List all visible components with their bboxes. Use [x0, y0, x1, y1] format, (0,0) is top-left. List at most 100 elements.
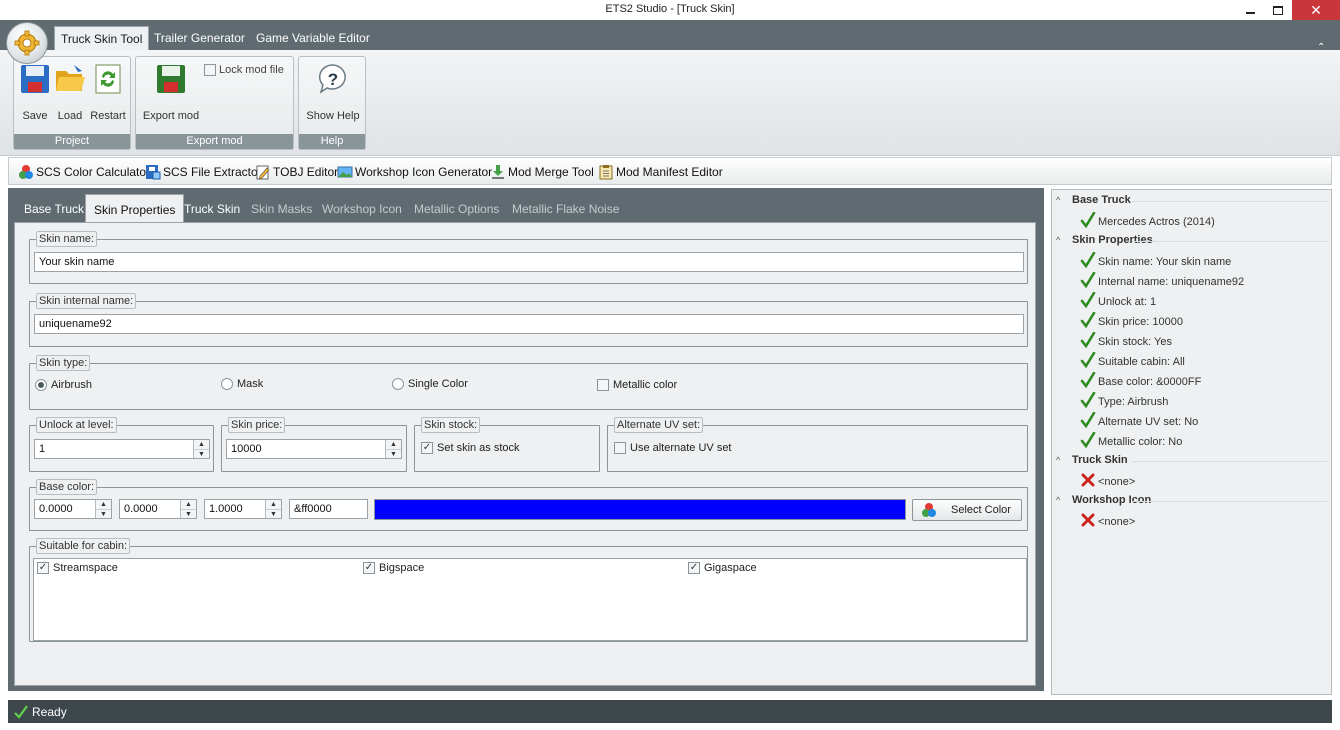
tab-workshop-icon[interactable]: Workshop Icon: [314, 194, 410, 222]
tree-section-header[interactable]: ^ Base Truck: [1056, 194, 1131, 206]
checkbox-box[interactable]: [614, 442, 626, 454]
svg-text:?: ?: [328, 70, 338, 89]
tree-item-label: Skin price: 10000: [1098, 315, 1183, 328]
checkmark-icon: [14, 704, 28, 719]
tree-section-header[interactable]: ^ Skin Properties: [1056, 234, 1153, 246]
lock-mod-box[interactable]: [204, 64, 216, 76]
spinner-buttons[interactable]: ▲ ▼: [180, 500, 196, 518]
cabin-gigaspace-checkbox[interactable]: ✓ Gigaspace: [688, 562, 757, 574]
skin-type-airbrush-radio[interactable]: Airbrush: [35, 379, 92, 391]
use-alternate-uv-checkbox[interactable]: Use alternate UV set: [614, 442, 732, 454]
collapse-chevron-icon[interactable]: ^: [1056, 455, 1066, 465]
tree-item-label: Suitable cabin: All: [1098, 355, 1185, 368]
tab-skin-properties[interactable]: Skin Properties: [85, 194, 185, 222]
spinner-buttons[interactable]: ▲ ▼: [265, 500, 281, 518]
radio-dot[interactable]: [392, 378, 404, 390]
checkbox-box[interactable]: ✓: [421, 442, 433, 454]
tool-mod-merge-tool[interactable]: Mod Merge Tool: [490, 164, 594, 180]
application-menu-button[interactable]: [6, 22, 48, 64]
metallic-color-checkbox[interactable]: Metallic color: [597, 379, 677, 391]
ribbon-tab-game-variable-editor[interactable]: Game Variable Editor: [250, 26, 376, 50]
tool-workshop-icon-generator[interactable]: Workshop Icon Generator: [337, 164, 492, 180]
spin-down-icon[interactable]: ▼: [96, 509, 111, 518]
spin-down-icon[interactable]: ▼: [386, 449, 401, 458]
tree-item: Skin price: 10000: [1080, 311, 1183, 331]
tree-item: Suitable cabin: All: [1080, 351, 1185, 371]
base-color-hex-input[interactable]: &ff0000: [289, 499, 368, 519]
tree-item-label: Skin name: Your skin name: [1098, 255, 1232, 268]
spinner-buttons[interactable]: ▲ ▼: [385, 440, 401, 458]
tab-truck-skin[interactable]: Truck Skin: [176, 194, 248, 222]
tree-section-title: Truck Skin: [1072, 454, 1128, 466]
show-help-button[interactable]: ? Show Help: [303, 63, 363, 122]
tool-scs-file-extractor[interactable]: SCS File Extractor: [145, 164, 262, 180]
tab-skin-masks[interactable]: Skin Masks: [243, 194, 320, 222]
restart-button[interactable]: Restart: [88, 63, 128, 122]
maximize-button[interactable]: [1264, 0, 1292, 20]
ribbon-tab-trailer-generator[interactable]: Trailer Generator: [148, 26, 251, 50]
skin-name-input[interactable]: Your skin name: [34, 252, 1024, 272]
close-button[interactable]: ✕: [1292, 0, 1340, 20]
spin-up-icon[interactable]: ▲: [181, 500, 196, 509]
tree-item: Type: Airbrush: [1080, 391, 1168, 411]
panel-splitter[interactable]: [1046, 189, 1050, 695]
spin-up-icon[interactable]: ▲: [96, 500, 111, 509]
main-panel: Base Truck Skin Properties Truck Skin Sk…: [8, 188, 1044, 691]
skin-type-mask-radio[interactable]: Mask: [221, 378, 263, 390]
cabin-streamspace-checkbox[interactable]: ✓ Streamspace: [37, 562, 118, 574]
skin-price-spinner[interactable]: 10000 ▲ ▼: [226, 439, 402, 459]
checkbox-box[interactable]: [597, 379, 609, 391]
skin-type-legend: Skin type:: [36, 355, 91, 371]
base-color-b-spinner[interactable]: 1.0000 ▲ ▼: [204, 499, 282, 519]
select-color-button[interactable]: Select Color: [912, 499, 1022, 521]
collapse-chevron-icon[interactable]: ^: [1056, 195, 1066, 205]
collapse-chevron-icon[interactable]: ^: [1056, 235, 1066, 245]
radio-dot[interactable]: [35, 379, 47, 391]
tool-label: Mod Merge Tool: [508, 165, 594, 179]
spin-down-icon[interactable]: ▼: [181, 509, 196, 518]
lock-mod-checkbox[interactable]: Lock mod file: [204, 64, 284, 76]
base-color-g-spinner[interactable]: 0.0000 ▲ ▼: [119, 499, 197, 519]
tree-section-header[interactable]: ^ Workshop Icon: [1056, 494, 1151, 506]
spinner-buttons[interactable]: ▲ ▼: [193, 440, 209, 458]
tab-base-truck[interactable]: Base Truck: [16, 194, 92, 222]
spin-up-icon[interactable]: ▲: [194, 440, 209, 449]
tree-item: Skin stock: Yes: [1080, 331, 1172, 351]
tool-scs-color-calculator[interactable]: SCS Color Calculator: [18, 164, 150, 180]
spin-down-icon[interactable]: ▼: [194, 449, 209, 458]
load-button[interactable]: Load: [54, 63, 86, 122]
base-color-r-value: 0.0000: [39, 503, 73, 515]
base-color-r-spinner[interactable]: 0.0000 ▲ ▼: [34, 499, 112, 519]
spinner-buttons[interactable]: ▲ ▼: [95, 500, 111, 518]
window-title: ETS2 Studio - [Truck Skin]: [605, 3, 735, 15]
ribbon-tab-bar: Truck Skin Tool Trailer Generator Game V…: [0, 20, 1340, 64]
skin-stock-legend: Skin stock:: [421, 417, 481, 433]
export-mod-button[interactable]: Export mod: [140, 63, 202, 122]
tool-tobj-editor[interactable]: TOBJ Editor: [255, 164, 338, 180]
tree-section-header[interactable]: ^ Truck Skin: [1056, 454, 1128, 466]
save-button[interactable]: Save: [19, 63, 51, 122]
checkbox-box[interactable]: ✓: [363, 562, 375, 574]
base-color-b-value: 1.0000: [209, 503, 243, 515]
skin-properties-panel: Skin name: Your skin name Skin internal …: [14, 222, 1036, 686]
tab-metallic-options[interactable]: Metallic Options: [406, 194, 507, 222]
skin-type-single-color-radio[interactable]: Single Color: [392, 378, 468, 390]
collapse-chevron-icon[interactable]: ^: [1056, 495, 1066, 505]
tool-mod-manifest-editor[interactable]: Mod Manifest Editor: [598, 164, 723, 180]
base-color-preview: [374, 499, 906, 520]
spin-up-icon[interactable]: ▲: [266, 500, 281, 509]
checkbox-box[interactable]: ✓: [37, 562, 49, 574]
minimize-button[interactable]: [1236, 0, 1264, 20]
checkbox-box[interactable]: ✓: [688, 562, 700, 574]
spin-up-icon[interactable]: ▲: [386, 440, 401, 449]
skin-price-group: Skin price: 10000 ▲ ▼: [221, 417, 407, 472]
skin-internal-name-input[interactable]: uniquename92: [34, 314, 1024, 334]
unlock-level-spinner[interactable]: 1 ▲ ▼: [34, 439, 210, 459]
spin-down-icon[interactable]: ▼: [266, 509, 281, 518]
set-skin-as-stock-checkbox[interactable]: ✓ Set skin as stock: [421, 442, 520, 454]
cabin-bigspace-checkbox[interactable]: ✓ Bigspace: [363, 562, 424, 574]
ribbon-tab-truck-skin-tool[interactable]: Truck Skin Tool: [54, 26, 150, 50]
tools-toolbar: SCS Color Calculator SCS File Extractor …: [8, 157, 1332, 185]
radio-dot[interactable]: [221, 378, 233, 390]
tab-metallic-flake-noise[interactable]: Metallic Flake Noise: [504, 194, 627, 222]
